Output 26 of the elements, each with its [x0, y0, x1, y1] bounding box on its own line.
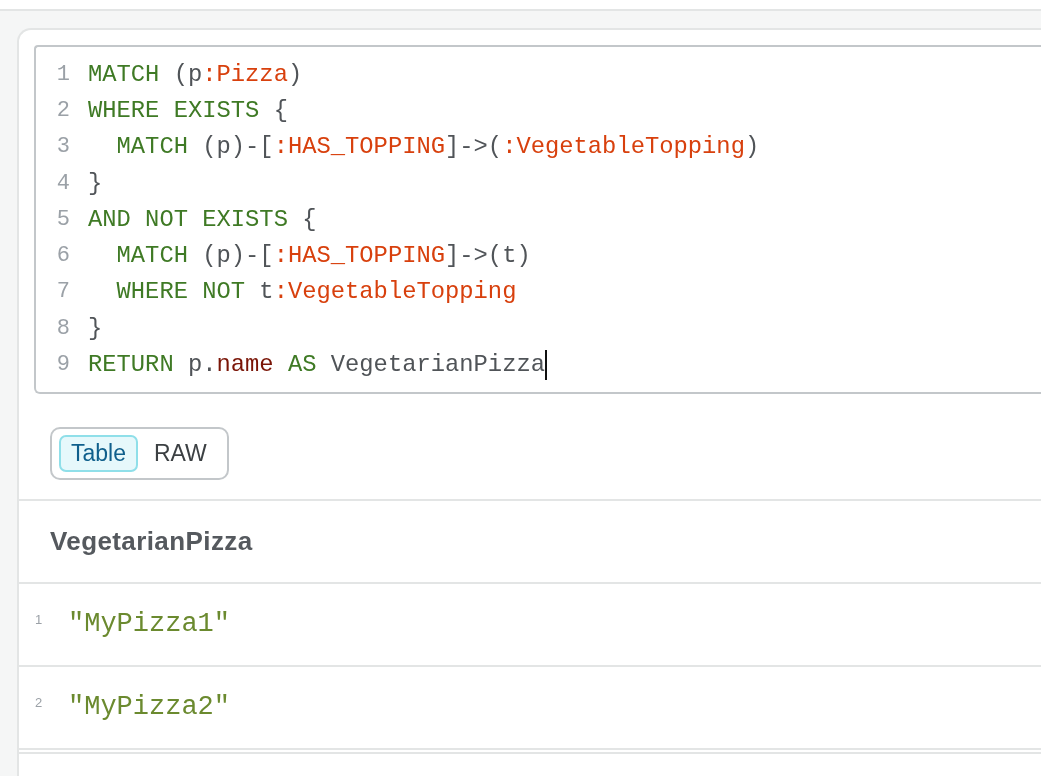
code-line: WHERE EXISTS {: [88, 96, 288, 124]
table-cell: "MyPizza2": [68, 692, 231, 723]
line-number: 4: [55, 170, 70, 196]
code-line: RETURN p.name AS VegetarianPizza: [88, 349, 547, 380]
code-line: AND NOT EXISTS {: [88, 205, 317, 233]
line-number: 8: [55, 315, 70, 341]
code-line: MATCH (p)-[:HAS_TOPPING]->(t): [115, 242, 531, 270]
view-tab[interactable]: Table: [59, 434, 138, 472]
line-number: 1: [55, 61, 70, 87]
code-line: MATCH (p)-[:HAS_TOPPING]->(:VegetableTopping): [115, 133, 760, 161]
view-tab[interactable]: RAW: [142, 434, 219, 472]
line-number: 5: [55, 206, 70, 232]
code-line: MATCH (p:Pizza): [88, 60, 303, 88]
code-line: WHERE NOT t:VegetableTopping: [115, 278, 517, 306]
table-cell: "MyPizza1": [68, 609, 231, 640]
row-index: 2: [35, 694, 44, 710]
line-number: 9: [55, 352, 70, 377]
code-line: }: [88, 314, 103, 342]
query-editor[interactable]: [34, 45, 1041, 394]
code-line: }: [88, 169, 103, 197]
line-number: 3: [55, 134, 70, 160]
column-header: VegetarianPizza: [50, 525, 253, 557]
row-index: 1: [35, 611, 44, 627]
line-number: 6: [55, 243, 70, 269]
line-number: 2: [55, 97, 70, 123]
line-number: 7: [55, 279, 70, 305]
